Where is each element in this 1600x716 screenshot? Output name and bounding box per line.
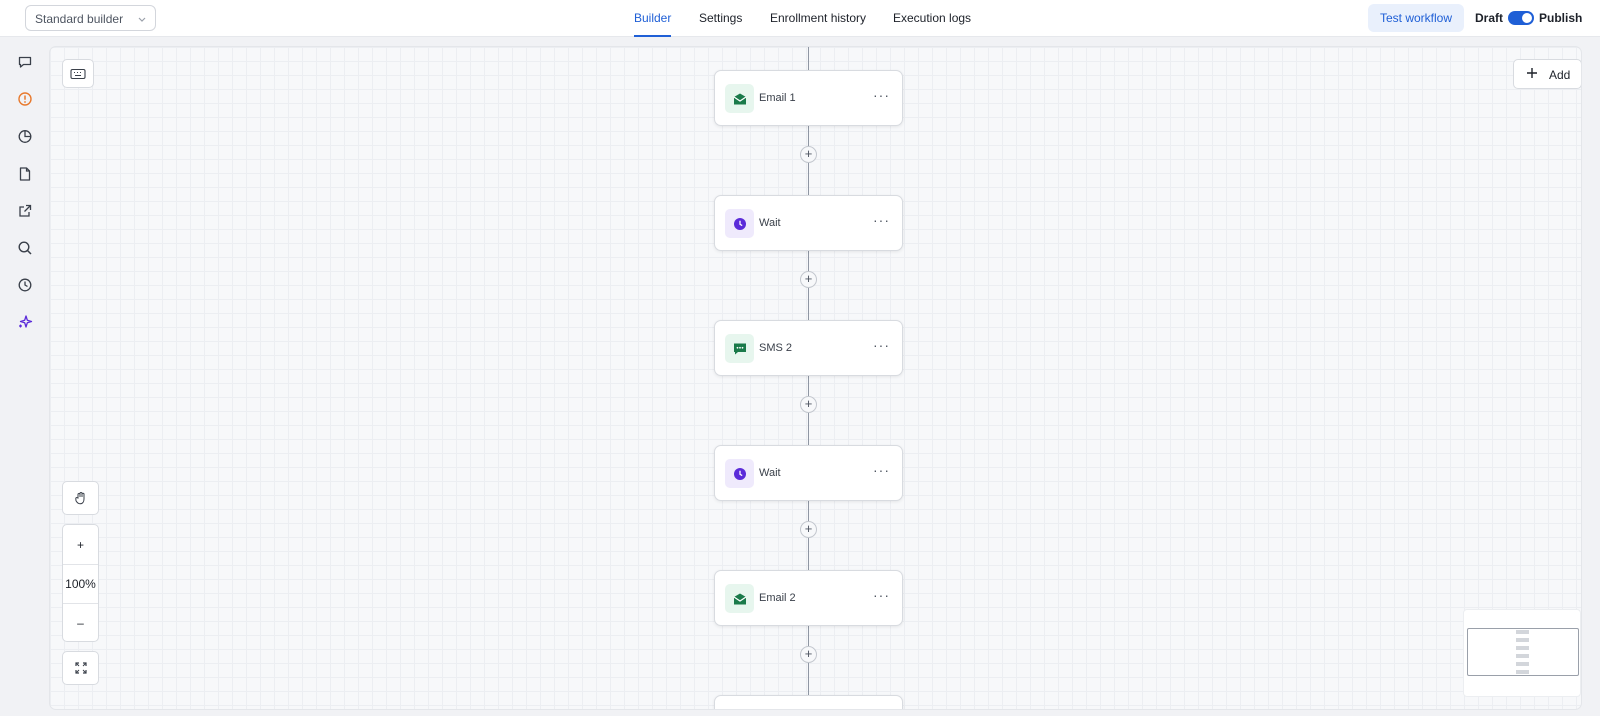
tab-builder[interactable]: Builder	[634, 11, 672, 37]
connector-line	[808, 47, 809, 70]
history-icon[interactable]	[16, 276, 34, 294]
zoom-in-button[interactable]: +	[63, 525, 98, 564]
sparkles-icon[interactable]	[16, 313, 34, 331]
zoom-level: 100%	[65, 576, 96, 591]
clock-icon	[725, 459, 754, 488]
sms-icon	[725, 334, 754, 363]
node-label: Email 1	[759, 92, 796, 104]
add-step-button[interactable]: +	[800, 521, 817, 538]
keyboard-icon	[70, 68, 86, 79]
add-step-button[interactable]: +	[800, 646, 817, 663]
zoom-out-button[interactable]: –	[63, 603, 98, 642]
node-label: Wait	[759, 217, 781, 229]
workflow-node-email-1[interactable]: Email 1 ···	[714, 70, 903, 126]
node-label: Email 2	[759, 592, 796, 604]
hand-icon	[74, 492, 84, 505]
add-button[interactable]: Add	[1513, 59, 1581, 89]
publish-label: Publish	[1539, 11, 1583, 25]
publish-toggle[interactable]	[1508, 11, 1534, 25]
draft-label: Draft	[1475, 11, 1504, 25]
minimap[interactable]	[1463, 609, 1581, 697]
plus-icon	[1526, 67, 1538, 82]
document-icon[interactable]	[16, 165, 34, 183]
email-icon	[725, 584, 754, 613]
chevron-down-icon	[138, 17, 146, 22]
chat-icon[interactable]	[16, 53, 34, 71]
search-icon[interactable]	[16, 239, 34, 257]
fit-view-button[interactable]	[62, 651, 99, 685]
add-step-button[interactable]: +	[800, 146, 817, 163]
node-label: Wait	[759, 467, 781, 479]
more-options-icon[interactable]: ···	[873, 212, 890, 228]
add-step-button[interactable]: +	[800, 396, 817, 413]
left-sidebar	[0, 37, 50, 716]
workflow-node-email-2[interactable]: Email 2 ···	[714, 570, 903, 626]
tab-enrollment-history[interactable]: Enrollment history	[770, 11, 866, 37]
tab-execution-logs[interactable]: Execution logs	[893, 11, 971, 37]
workflow-node-sms-2[interactable]: SMS 2 ···	[714, 320, 903, 376]
keyboard-shortcuts-button[interactable]	[62, 59, 94, 88]
email-icon	[725, 84, 754, 113]
more-options-icon[interactable]: ···	[873, 337, 890, 353]
minimap-viewport[interactable]	[1467, 628, 1579, 676]
workflow-canvas[interactable]: + + + + + Email 1 ··· Wait ··· SMS 2 ···…	[50, 47, 1581, 709]
more-options-icon[interactable]: ···	[873, 87, 890, 103]
pie-chart-icon[interactable]	[16, 127, 34, 145]
more-options-icon[interactable]: ···	[873, 587, 890, 603]
tab-settings[interactable]: Settings	[699, 11, 742, 37]
zoom-controls: + 100% –	[62, 524, 99, 642]
alert-circle-icon[interactable]	[16, 90, 34, 108]
pan-tool-button[interactable]	[62, 481, 99, 515]
node-label: SMS 2	[759, 342, 793, 354]
external-link-icon[interactable]	[16, 202, 34, 220]
clock-icon	[725, 209, 754, 238]
test-workflow-button[interactable]: Test workflow	[1368, 4, 1464, 32]
fit-screen-icon	[74, 662, 87, 674]
workflow-node-wait-2[interactable]: Wait ···	[714, 445, 903, 501]
top-bar: Standard builder Builder Settings Enroll…	[0, 0, 1600, 37]
builder-type-select[interactable]: Standard builder	[25, 5, 156, 31]
add-button-label: Add	[1549, 68, 1571, 82]
add-step-button[interactable]: +	[800, 271, 817, 288]
more-options-icon[interactable]: ···	[873, 462, 890, 478]
workflow-node-next[interactable]	[714, 695, 903, 709]
workflow-node-wait-1[interactable]: Wait ···	[714, 195, 903, 251]
builder-type-value: Standard builder	[35, 12, 124, 26]
